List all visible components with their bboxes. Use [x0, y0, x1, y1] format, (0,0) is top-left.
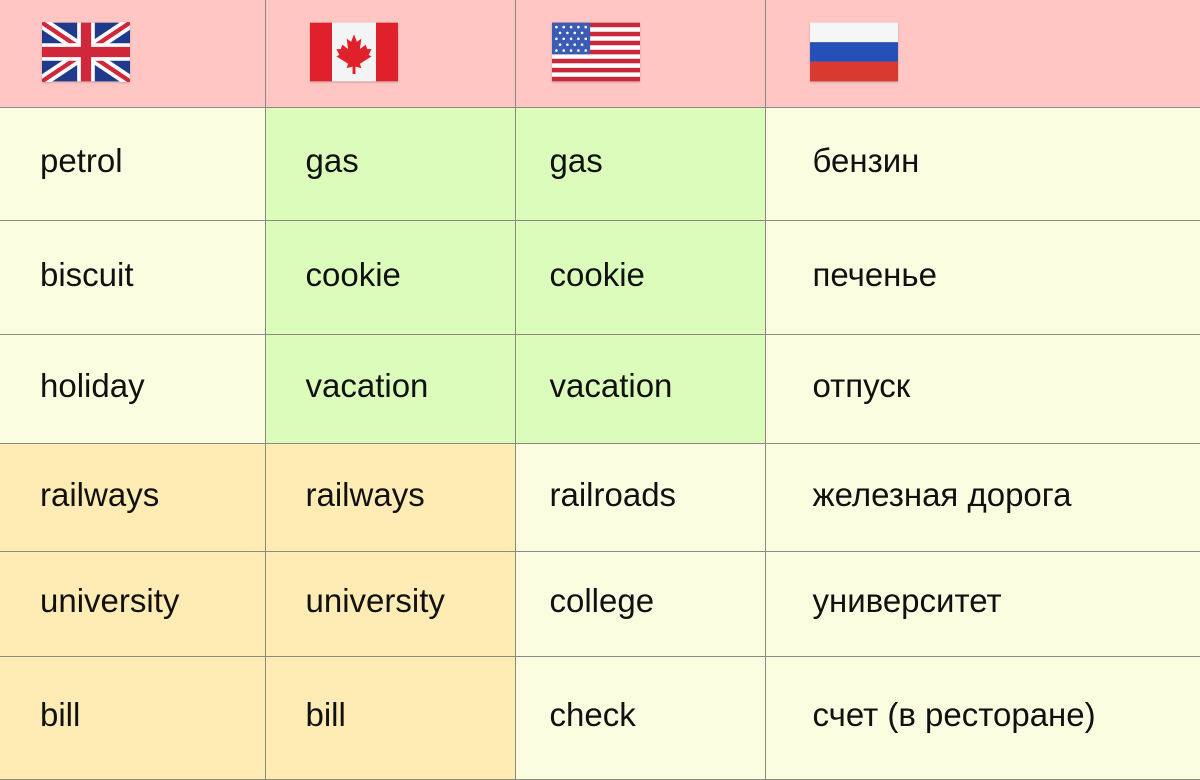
header-cell-canada: [264, 0, 516, 108]
canada-flag-icon: [309, 22, 398, 82]
header-row: [0, 0, 1200, 108]
table-row: bill bill check счет (в ресторане): [0, 656, 1200, 780]
cell-usa: check: [514, 656, 766, 780]
cell-canada: gas: [264, 107, 516, 221]
header-cell-usa: [514, 0, 766, 108]
cell-usa: vacation: [514, 334, 766, 444]
header-cell-russia: [764, 0, 1200, 108]
cell-russian: печенье: [764, 220, 1200, 335]
cell-canada: vacation: [264, 334, 516, 444]
cell-canada: cookie: [264, 220, 516, 335]
header-cell-uk: [0, 0, 266, 108]
russia-flag-icon: [809, 22, 898, 82]
cell-russian: университет: [764, 551, 1200, 657]
cell-usa: gas: [514, 107, 766, 221]
cell-russian: отпуск: [764, 334, 1200, 444]
cell-uk: holiday: [0, 334, 266, 444]
table-row: holiday vacation vacation отпуск: [0, 334, 1200, 444]
cell-uk: petrol: [0, 107, 266, 221]
cell-uk: railways: [0, 443, 266, 552]
table-row: biscuit cookie cookie печенье: [0, 220, 1200, 335]
cell-usa: college: [514, 551, 766, 657]
cell-canada: railways: [264, 443, 516, 552]
cell-uk: university: [0, 551, 266, 657]
cell-russian: бензин: [764, 107, 1200, 221]
table-row: petrol gas gas бензин: [0, 107, 1200, 221]
cell-russian: счет (в ресторане): [764, 656, 1200, 780]
cell-usa: railroads: [514, 443, 766, 552]
cell-canada: bill: [264, 656, 516, 780]
uk-flag-icon: [42, 21, 130, 82]
table-row: railways railways railroads железная дор…: [0, 443, 1200, 552]
cell-russian: железная дорога: [764, 443, 1200, 552]
cell-uk: bill: [0, 656, 266, 780]
vocabulary-comparison-table: petrol gas gas бензин biscuit cookie coo…: [0, 0, 1200, 780]
cell-uk: biscuit: [0, 220, 266, 335]
cell-usa: cookie: [514, 220, 766, 335]
usa-flag-icon: [551, 22, 640, 82]
cell-canada: university: [264, 551, 516, 657]
table-row: university university college университе…: [0, 551, 1200, 657]
